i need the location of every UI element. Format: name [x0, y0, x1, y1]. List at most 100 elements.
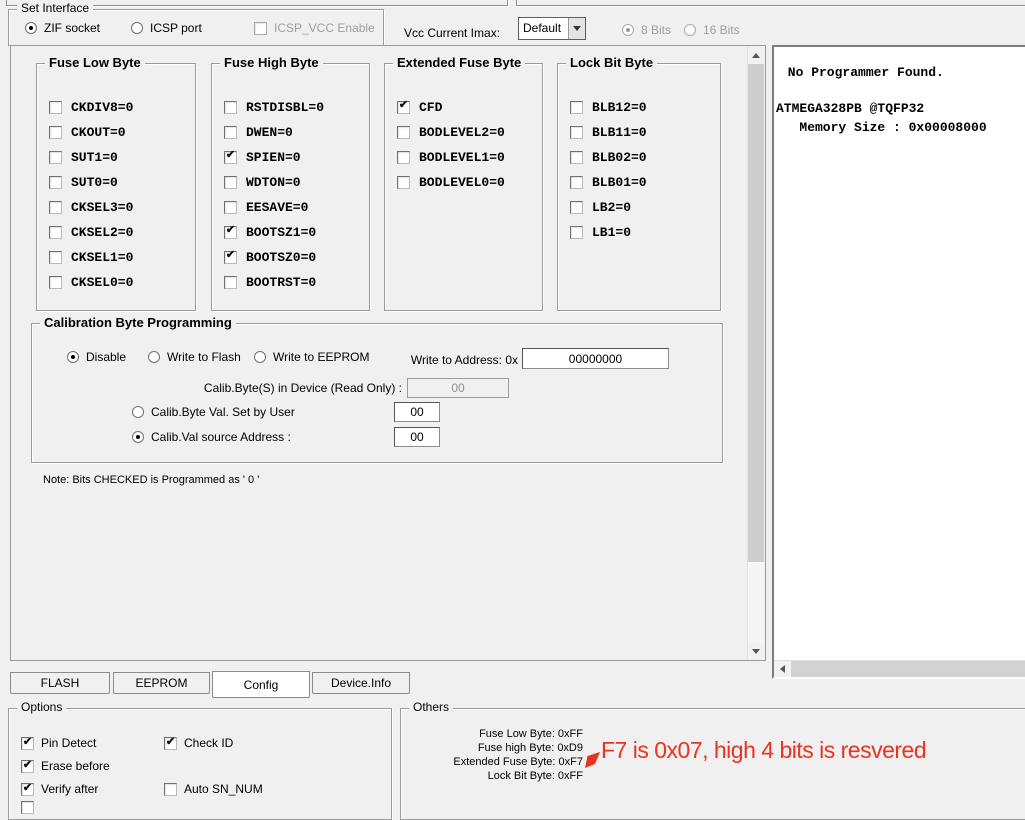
checkbox-icon[interactable]	[397, 176, 410, 189]
fuse-bit-checkbox-row[interactable]: BLB01=0	[570, 175, 720, 189]
radio-icon[interactable]	[25, 22, 37, 34]
checkbox-icon[interactable]	[49, 251, 62, 264]
checkbox-icon[interactable]	[21, 801, 34, 814]
fuse-bit-checkbox-row[interactable]: LB2=0	[570, 200, 720, 214]
vertical-scrollbar-thumb[interactable]	[748, 64, 764, 562]
checkbox-icon[interactable]	[21, 783, 34, 796]
radio-icon[interactable]	[67, 351, 79, 363]
auto-sn-num-checkbox[interactable]: Auto SN_NUM	[164, 782, 263, 796]
checkbox-icon[interactable]	[49, 201, 62, 214]
checkbox-icon[interactable]	[397, 151, 410, 164]
checkbox-icon[interactable]	[21, 737, 34, 750]
tab-config[interactable]: Config	[212, 671, 310, 698]
calibration-title: Calibration Byte Programming	[40, 316, 236, 329]
fuse-bit-checkbox-row[interactable]: WDTON=0	[224, 175, 369, 189]
checkbox-icon[interactable]	[49, 226, 62, 239]
check-id-checkbox[interactable]: Check ID	[164, 736, 233, 750]
fuse-bit-checkbox-row[interactable]: CKSEL2=0	[49, 225, 195, 239]
checkbox-icon[interactable]	[570, 126, 583, 139]
fuse-bit-checkbox-row[interactable]: BOOTRST=0	[224, 275, 369, 289]
checkbox-icon[interactable]	[49, 176, 62, 189]
extended-fuse-byte-items: CFD BODLEVEL2=0 BODLEVEL1=0 BODLEVEL0=0	[385, 64, 542, 189]
checkbox-icon[interactable]	[224, 251, 237, 264]
checkbox-icon[interactable]	[49, 101, 62, 114]
checkbox-icon[interactable]	[224, 226, 237, 239]
checkbox-icon[interactable]	[224, 126, 237, 139]
calib-source-value-input[interactable]: 00	[394, 427, 440, 447]
checkbox-icon[interactable]	[570, 226, 583, 239]
horizontal-scrollbar[interactable]	[774, 660, 1025, 677]
checkbox-icon[interactable]	[49, 276, 62, 289]
fuse-bit-checkbox-row[interactable]: CKDIV8=0	[49, 100, 195, 114]
note-text: Note: Bits CHECKED is Programmed as ' 0 …	[43, 474, 259, 486]
radio-icon[interactable]	[148, 351, 160, 363]
calib-write-flash-radio[interactable]: Write to Flash	[148, 350, 241, 364]
fuse-bit-checkbox-row[interactable]: BODLEVEL2=0	[397, 125, 542, 139]
tab-device-info[interactable]: Device.Info	[312, 672, 410, 694]
fuse-bit-checkbox-row[interactable]: CKSEL1=0	[49, 250, 195, 264]
checkbox-icon[interactable]	[224, 276, 237, 289]
checkbox-icon[interactable]	[164, 783, 177, 796]
fuse-bit-checkbox-row[interactable]: LB1=0	[570, 225, 720, 239]
zif-socket-radio[interactable]: ZIF socket	[25, 21, 100, 35]
vertical-scrollbar[interactable]	[747, 47, 764, 659]
fuse-bit-checkbox-row[interactable]: CKOUT=0	[49, 125, 195, 139]
fuse-bit-checkbox-row[interactable]: BODLEVEL1=0	[397, 150, 542, 164]
fuse-bit-checkbox-row[interactable]: BLB11=0	[570, 125, 720, 139]
dropdown-button[interactable]	[568, 18, 585, 39]
fuse-bit-checkbox-row[interactable]: SUT0=0	[49, 175, 195, 189]
scroll-left-button[interactable]	[774, 661, 790, 677]
fuse-bit-checkbox-row[interactable]: CKSEL3=0	[49, 200, 195, 214]
fuse-bit-checkbox-row[interactable]: BOOTSZ1=0	[224, 225, 369, 239]
check-id-label: Check ID	[184, 736, 233, 750]
radio-icon[interactable]	[254, 351, 266, 363]
scroll-down-button[interactable]	[748, 643, 764, 659]
radio-icon[interactable]	[132, 431, 144, 443]
fuse-bit-label: LB2=0	[592, 200, 631, 215]
radio-icon[interactable]	[131, 22, 143, 34]
checkbox-icon[interactable]	[224, 176, 237, 189]
checkbox-icon[interactable]	[397, 101, 410, 114]
fuse-bit-checkbox-row[interactable]: BODLEVEL0=0	[397, 175, 542, 189]
fuse-bit-checkbox-row[interactable]: SPIEN=0	[224, 150, 369, 164]
checkbox-icon[interactable]	[397, 126, 410, 139]
checkbox-icon[interactable]	[570, 101, 583, 114]
checkbox-icon[interactable]	[21, 760, 34, 773]
calib-user-value-input[interactable]: 00	[394, 402, 440, 422]
checkbox-icon[interactable]	[224, 151, 237, 164]
partial-cutoff-checkbox[interactable]	[21, 801, 34, 814]
checkbox-icon[interactable]	[570, 151, 583, 164]
chevron-up-icon	[752, 53, 760, 58]
fuse-bit-checkbox-row[interactable]: SUT1=0	[49, 150, 195, 164]
checkbox-icon[interactable]	[49, 151, 62, 164]
fuse-bit-checkbox-row[interactable]: CFD	[397, 100, 542, 114]
vcc-current-dropdown[interactable]: Default	[518, 17, 586, 40]
fuse-bit-checkbox-row[interactable]: CKSEL0=0	[49, 275, 195, 289]
calib-user-radio[interactable]: Calib.Byte Val. Set by User	[132, 405, 295, 419]
fuse-bit-checkbox-row[interactable]: RSTDISBL=0	[224, 100, 369, 114]
checkbox-icon[interactable]	[224, 101, 237, 114]
pin-detect-checkbox[interactable]: Pin Detect	[21, 736, 96, 750]
icsp-port-radio[interactable]: ICSP port	[131, 21, 202, 35]
horizontal-scrollbar-thumb[interactable]	[791, 661, 1025, 677]
checkbox-icon[interactable]	[570, 176, 583, 189]
calib-source-radio[interactable]: Calib.Val source Address :	[132, 430, 291, 444]
erase-before-checkbox[interactable]: Erase before	[21, 759, 110, 773]
fuse-bit-checkbox-row[interactable]: DWEN=0	[224, 125, 369, 139]
checkbox-icon[interactable]	[570, 201, 583, 214]
tab-eeprom[interactable]: EEPROM	[113, 672, 210, 694]
write-to-address-input[interactable]: 00000000	[522, 348, 669, 369]
checkbox-icon[interactable]	[224, 201, 237, 214]
checkbox-icon[interactable]	[164, 737, 177, 750]
radio-icon[interactable]	[132, 406, 144, 418]
checkbox-icon[interactable]	[49, 126, 62, 139]
scroll-up-button[interactable]	[748, 47, 764, 63]
fuse-bit-checkbox-row[interactable]: EESAVE=0	[224, 200, 369, 214]
verify-after-checkbox[interactable]: Verify after	[21, 782, 98, 796]
fuse-bit-label: BLB01=0	[592, 175, 647, 190]
tab-flash[interactable]: FLASH	[10, 672, 110, 694]
fuse-bit-checkbox-row[interactable]: BLB12=0	[570, 100, 720, 114]
fuse-bit-checkbox-row[interactable]: BOOTSZ0=0	[224, 250, 369, 264]
calib-disable-radio[interactable]: Disable	[67, 350, 126, 364]
fuse-bit-checkbox-row[interactable]: BLB02=0	[570, 150, 720, 164]
